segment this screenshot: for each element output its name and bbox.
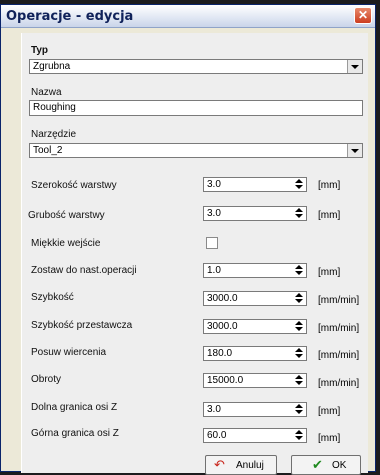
posuw-unit: [mm/min] [318,350,360,361]
gorna-unit: [mm] [318,433,341,444]
spin-arrows-icon[interactable] [292,320,306,333]
zostaw-stepper[interactable]: 1.0 [203,263,307,278]
grubosc-unit: [mm] [318,210,341,221]
gorna-stepper[interactable]: 60.0 [203,428,307,443]
typ-select[interactable]: Zgrubna [29,59,363,74]
ok-button[interactable]: ✔ OK [291,455,361,475]
window-title: Operacje - edycja [6,9,134,24]
chevron-down-icon[interactable] [347,60,362,73]
checkmark-icon: ✔ [312,457,323,472]
narzedzie-select-value: Tool_2 [33,145,63,156]
typ-select-value: Zgrubna [33,61,71,72]
grubosc-value: 3.0 [207,208,221,219]
spin-arrows-icon[interactable] [292,374,306,387]
ok-button-label: OK [332,460,347,471]
dolna-stepper[interactable]: 3.0 [203,402,307,417]
przestawcza-label: Szybkość przestawcza [31,320,133,331]
szerokosc-label: Szerokość warstwy [31,180,117,191]
undo-arrow-icon: ↶ [214,457,225,472]
spin-arrows-icon[interactable] [292,207,306,220]
typ-label: Typ [31,45,49,56]
dolna-value: 3.0 [207,404,221,415]
narzedzie-select[interactable]: Tool_2 [29,143,363,158]
szerokosc-unit: [mm] [318,180,341,191]
miekkie-checkbox[interactable] [206,237,218,249]
grubosc-label: Grubość warstwy [28,210,105,221]
nazwa-input[interactable]: Roughing [29,100,363,116]
posuw-stepper[interactable]: 180.0 [203,346,307,361]
szybkosc-label: Szybkość [31,292,74,303]
obroty-label: Obroty [31,374,62,385]
obroty-value: 15000.0 [207,375,244,386]
obroty-stepper[interactable]: 15000.0 [203,373,307,388]
szybkosc-unit: [mm/min] [318,295,360,306]
cancel-button[interactable]: ↶ Anuluj [205,455,277,475]
close-icon: ✕ [357,8,369,22]
posuw-value: 180.0 [207,348,233,359]
szybkosc-value: 3000.0 [207,293,238,304]
cancel-button-label: Anuluj [236,460,264,471]
przestawcza-value: 3000.0 [207,321,238,332]
gorna-value: 60.0 [207,430,227,441]
szerokosc-value: 3.0 [207,179,221,190]
narzedzie-label: Narzędzie [31,129,77,140]
obroty-unit: [mm/min] [318,378,360,389]
miekkie-label: Miękkie wejście [31,238,101,249]
gorna-label: Górna granica osi Z [31,428,119,439]
spin-arrows-icon[interactable] [292,429,306,442]
dolna-label: Dolna granica osi Z [31,402,118,413]
spin-arrows-icon[interactable] [292,403,306,416]
spin-arrows-icon[interactable] [292,178,306,191]
zostaw-unit: [mm] [318,267,341,278]
spin-arrows-icon[interactable] [292,292,306,305]
spin-arrows-icon[interactable] [292,264,306,277]
spin-arrows-icon[interactable] [292,347,306,360]
posuw-label: Posuw wiercenia [31,347,107,358]
zostaw-label: Zostaw do nast.operacji [31,265,137,276]
szybkosc-stepper[interactable]: 3000.0 [203,291,307,306]
dolna-unit: [mm] [318,406,341,417]
grubosc-stepper[interactable]: 3.0 [203,206,307,221]
przestawcza-unit: [mm/min] [318,323,360,334]
chevron-down-icon[interactable] [347,144,362,157]
close-button[interactable]: ✕ [354,7,372,24]
szerokosc-stepper[interactable]: 3.0 [203,177,307,192]
dialog-window: Operacje - edycja ✕ Typ Zgrubna Nazwa Ro… [0,4,376,475]
nazwa-label: Nazwa [31,87,62,98]
title-bar[interactable]: Operacje - edycja ✕ [1,5,375,28]
zostaw-value: 1.0 [207,265,221,276]
przestawcza-stepper[interactable]: 3000.0 [203,319,307,334]
